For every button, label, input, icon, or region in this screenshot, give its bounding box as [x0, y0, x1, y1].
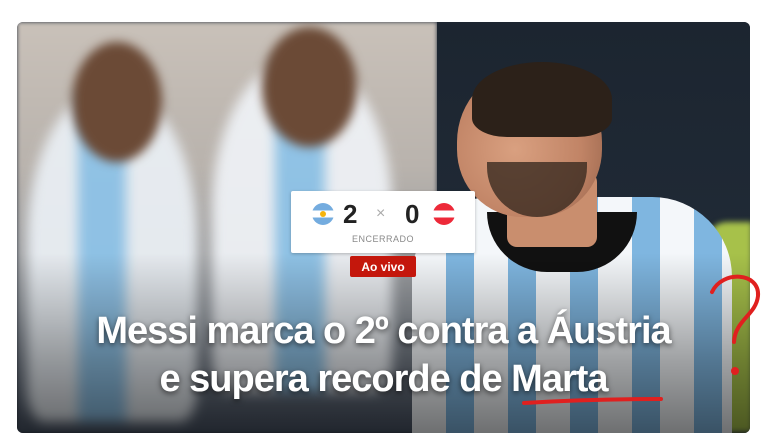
austria-flag-icon [433, 203, 455, 225]
scoreboard[interactable]: 2 × 0 ENCERRADO [291, 191, 475, 253]
live-badge[interactable]: Ao vivo [350, 256, 416, 277]
away-goals: 0 [405, 199, 420, 229]
match-status: ENCERRADO [351, 234, 414, 244]
argentina-flag-icon [312, 203, 334, 225]
home-goals: 2 [343, 199, 358, 229]
headline-line-1: Messi marca o 2º contra a Áustria [96, 310, 671, 352]
headline[interactable]: Messi marca o 2º contra a Áustria e supe… [17, 307, 750, 403]
headline-line-2: e supera recorde de Marta [159, 358, 608, 400]
score-separator: × [376, 205, 386, 222]
